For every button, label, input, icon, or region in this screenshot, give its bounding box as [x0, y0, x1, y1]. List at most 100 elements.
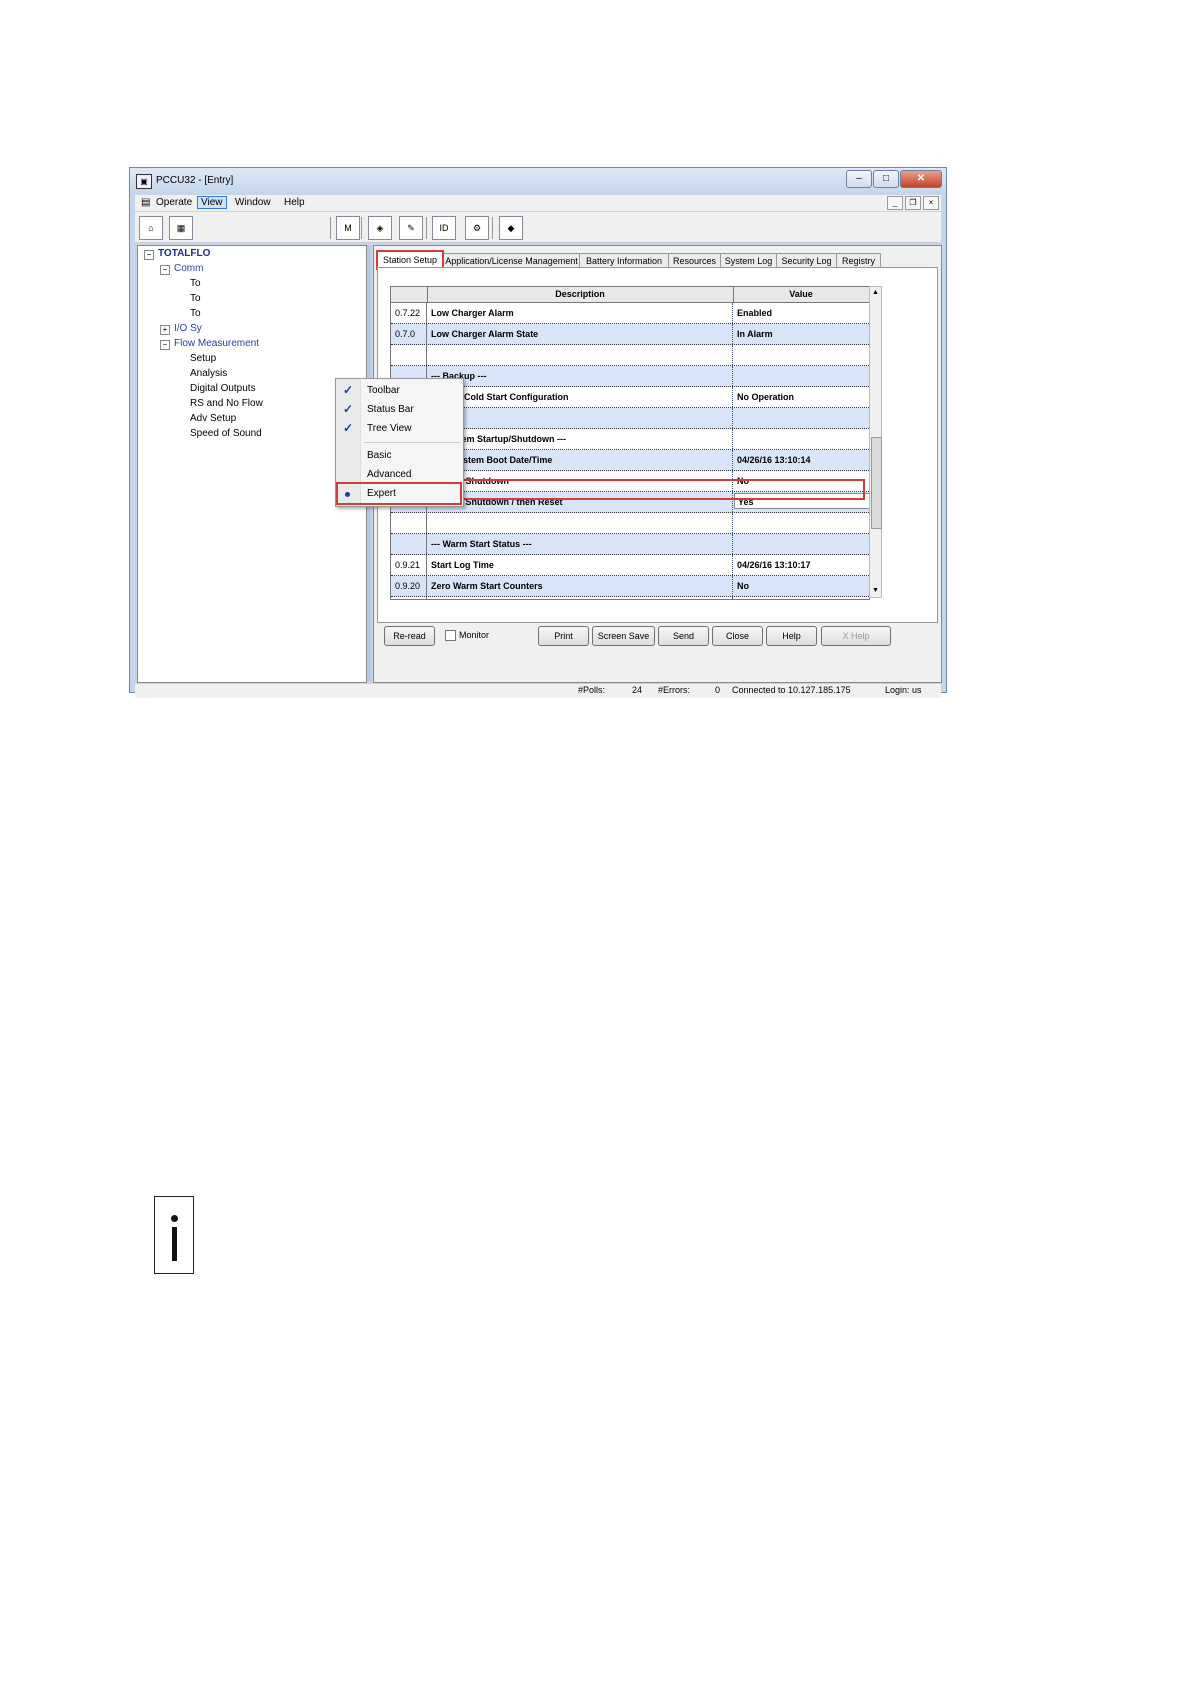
stack-icon[interactable]: ◈ [368, 216, 392, 240]
print-button[interactable]: Print [538, 626, 589, 646]
tree-item-rs-no-flow[interactable]: RS and No Flow [190, 398, 263, 409]
table-row[interactable]: --- Warm Start Status --- [391, 534, 869, 555]
monitor-checkbox[interactable]: Monitor [445, 630, 489, 642]
row-description: Last System Boot Date/Time [427, 450, 733, 470]
row-description: Number of Power Fail Warm Starts [427, 597, 733, 599]
table-row[interactable] [391, 513, 869, 534]
tab-security-log[interactable]: Security Log [776, 253, 837, 268]
row-value[interactable]: No Operation [733, 387, 869, 407]
scroll-down-icon[interactable]: ▼ [870, 585, 881, 597]
row-id: 0.9.22 [391, 597, 427, 599]
menu-help[interactable]: Help [281, 197, 308, 208]
row-value[interactable] [733, 534, 869, 554]
modbus-icon[interactable]: M [336, 216, 360, 240]
setup-icon[interactable]: ⚙ [465, 216, 489, 240]
row-value[interactable]: In Alarm [733, 324, 869, 344]
row-value[interactable]: 04/26/16 13:10:14 [733, 450, 869, 470]
menu-item-status-bar[interactable]: ✓ Status Bar [336, 400, 463, 419]
menu-item-expert[interactable]: Expert [336, 484, 463, 503]
row-value[interactable] [733, 366, 869, 386]
row-value[interactable] [733, 408, 869, 428]
menu-bar: ▤ Operate View Window Help _ ❐ × [135, 195, 941, 211]
entry-icon[interactable]: ▦ [169, 216, 193, 240]
grid-scrollbar[interactable]: ▲ ▼ [869, 286, 882, 598]
tree-item[interactable]: To [190, 293, 201, 304]
tree-item-io[interactable]: I/O Sy [174, 323, 202, 334]
row-value[interactable]: No [733, 471, 869, 491]
login-status: Login: us [885, 685, 922, 695]
toolbar: ⌂ ▦ M ◈ ✎ ID ⚙ ◆ [135, 212, 941, 243]
menu-operate-icon: ▤ [141, 197, 151, 208]
tab-resources[interactable]: Resources [668, 253, 721, 268]
tree-view: − TOTALFLO − Comm To To To + I/O Sy − Fl… [137, 245, 367, 683]
table-row[interactable]: 0.7.0 Low Charger Alarm State In Alarm [391, 324, 869, 345]
table-row[interactable]: 0.7.22 Low Charger Alarm Enabled [391, 303, 869, 324]
mdi-close-button[interactable]: × [923, 196, 939, 210]
tree-item-setup[interactable]: Setup [190, 353, 216, 364]
menu-view[interactable]: View [197, 196, 227, 209]
device-icon[interactable]: ⌂ [139, 216, 163, 240]
connection-status: Connected to 10.127.185.175 [732, 685, 851, 695]
tab-application-license[interactable]: Application/License Management [443, 253, 580, 268]
menu-item-toolbar[interactable]: ✓ Toolbar [336, 381, 463, 400]
row-description: --- System Startup/Shutdown --- [427, 429, 733, 449]
table-row[interactable] [391, 345, 869, 366]
tab-system-log[interactable]: System Log [720, 253, 777, 268]
book-icon[interactable]: ◆ [499, 216, 523, 240]
send-button[interactable]: Send [658, 626, 709, 646]
tree-item-flow-measurement[interactable]: Flow Measurement [174, 338, 259, 349]
row-description: Low Charger Alarm State [427, 324, 733, 344]
checkbox-icon[interactable] [445, 630, 456, 642]
pccu32-window: ▣ PCCU32 - [Entry] – □ ✕ ▤ Operate View … [129, 167, 947, 698]
scroll-up-icon[interactable]: ▲ [870, 287, 881, 299]
tree-item-adv-setup[interactable]: Adv Setup [190, 413, 236, 424]
xhelp-button[interactable]: X Help [821, 626, 891, 646]
mdi-minimize-button[interactable]: _ [887, 196, 903, 210]
tab-registry[interactable]: Registry [836, 253, 881, 268]
menu-operate[interactable]: Operate [153, 197, 195, 208]
maximize-button[interactable]: □ [873, 170, 899, 188]
collapse-icon[interactable]: − [160, 265, 170, 275]
row-value[interactable] [733, 345, 869, 365]
table-row[interactable]: 0.9.20 Zero Warm Start Counters No [391, 576, 869, 597]
minimize-button[interactable]: – [846, 170, 872, 188]
menu-window[interactable]: Window [232, 197, 274, 208]
row-value[interactable]: 04/26/16 13:10:17 [733, 555, 869, 575]
row-value[interactable]: 0 [733, 597, 869, 599]
tree-item-analysis[interactable]: Analysis [190, 368, 227, 379]
shutdown-reset-select[interactable]: Yes▼ [734, 493, 869, 509]
row-description [427, 408, 733, 428]
row-value[interactable]: No [733, 576, 869, 596]
menu-item-tree-view[interactable]: ✓ Tree View [336, 419, 463, 438]
row-value[interactable] [733, 429, 869, 449]
tree-item[interactable]: To [190, 308, 201, 319]
close-button[interactable]: Close [712, 626, 763, 646]
tree-item[interactable]: To [190, 278, 201, 289]
expand-icon[interactable]: + [160, 325, 170, 335]
screen-save-button[interactable]: Screen Save [592, 626, 655, 646]
reread-button[interactable]: Re-read [384, 626, 435, 646]
title-bar[interactable]: ▣ PCCU32 - [Entry] – □ ✕ [130, 168, 946, 194]
tree-item-digital-outputs[interactable]: Digital Outputs [190, 383, 256, 394]
tab-battery-information[interactable]: Battery Information [579, 253, 669, 268]
view-menu-dropdown: ✓ Toolbar ✓ Status Bar ✓ Tree View Basic Ad… [335, 378, 464, 507]
close-window-button[interactable]: ✕ [900, 170, 942, 188]
id-icon[interactable]: ID [432, 216, 456, 240]
mdi-restore-button[interactable]: ❐ [905, 196, 921, 210]
check-icon: ✓ [343, 402, 354, 416]
scroll-thumb[interactable] [871, 437, 882, 529]
table-row[interactable]: 0.9.22Number of Power Fail Warm Starts0 [391, 597, 869, 599]
menu-item-advanced[interactable]: Advanced [336, 465, 463, 484]
archive-icon[interactable]: ✎ [399, 216, 423, 240]
row-value[interactable] [733, 513, 869, 533]
collapse-icon[interactable]: − [160, 340, 170, 350]
help-button[interactable]: Help [766, 626, 817, 646]
row-value[interactable]: Enabled [733, 303, 869, 323]
row-description: System Shutdown [427, 471, 733, 491]
tree-root[interactable]: TOTALFLO [158, 248, 210, 259]
tree-item-comm[interactable]: Comm [174, 263, 203, 274]
tree-item-speed-of-sound[interactable]: Speed of Sound [190, 428, 262, 439]
table-row[interactable]: 0.9.21 Start Log Time 04/26/16 13:10:17 [391, 555, 869, 576]
menu-item-basic[interactable]: Basic [336, 446, 463, 465]
collapse-icon[interactable]: − [144, 250, 154, 260]
